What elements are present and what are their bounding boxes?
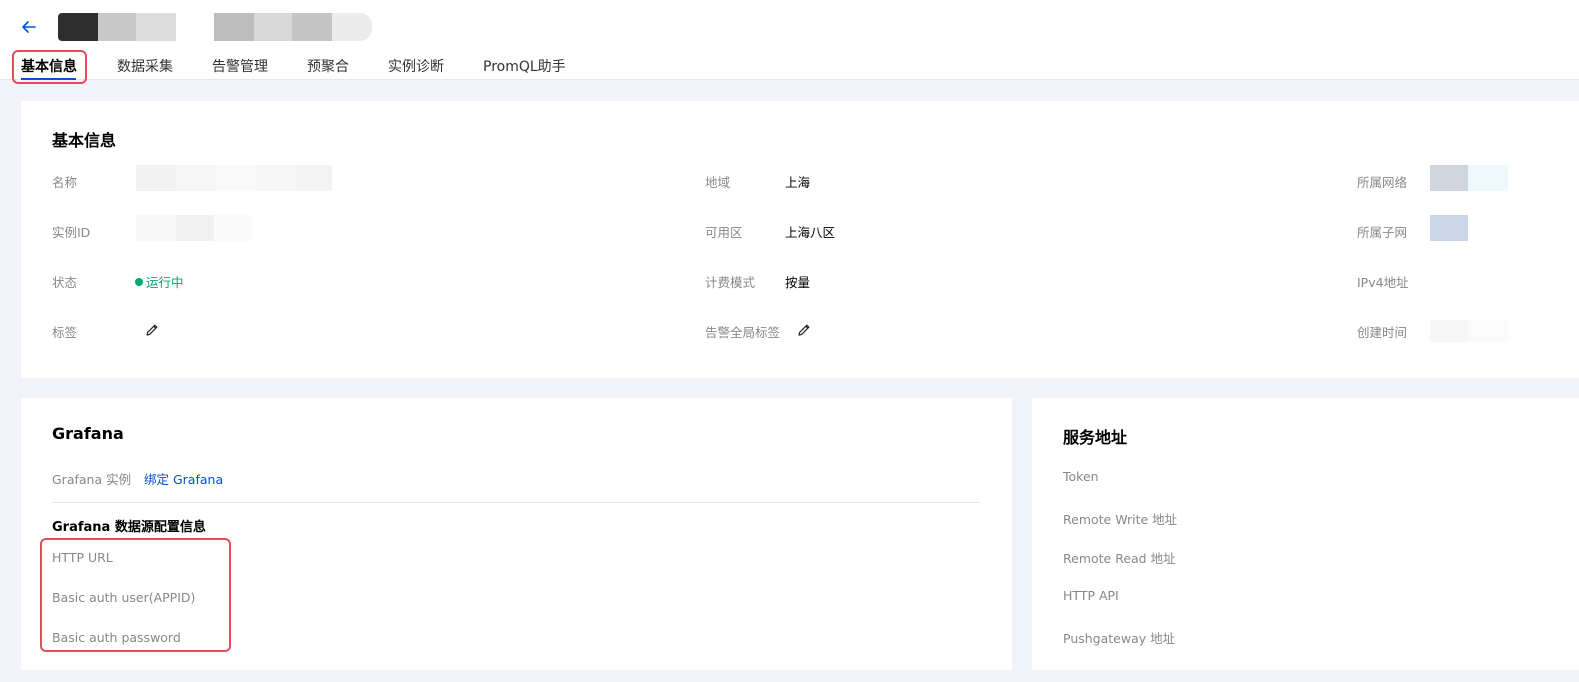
- grafana-datasource-title: Grafana 数据源配置信息: [52, 520, 206, 535]
- status-label: 状态: [52, 275, 78, 290]
- instance-id-label: 实例ID: [52, 225, 91, 240]
- tab-instance-diagnosis[interactable]: 实例诊断: [388, 56, 444, 76]
- subnet-label: 所属子网: [1357, 225, 1408, 240]
- bind-grafana-link[interactable]: 绑定 Grafana: [144, 469, 223, 488]
- remote-read-label: Remote Read 地址: [1063, 551, 1176, 566]
- tags-label: 标签: [52, 325, 78, 340]
- grafana-divider: [52, 502, 980, 503]
- region-value: 上海: [785, 175, 811, 190]
- edit-icon[interactable]: [144, 322, 160, 338]
- billing-value: 按量: [785, 275, 811, 290]
- vpc-label: 所属网络: [1357, 175, 1408, 190]
- zone-label: 可用区: [705, 225, 743, 240]
- tab-bar: 基本信息 数据采集 告警管理 预聚合 实例诊断 PromQL助手: [0, 50, 1579, 80]
- grafana-title: Grafana: [52, 424, 124, 443]
- status-value: 运行中: [146, 275, 184, 290]
- grafana-instance-label: Grafana 实例: [52, 472, 132, 487]
- edit-icon[interactable]: [796, 322, 812, 338]
- ipv4-label: IPv4地址: [1357, 275, 1409, 290]
- tab-promql-assistant[interactable]: PromQL助手: [483, 56, 566, 76]
- page-header: 基本信息 数据采集 告警管理 预聚合 实例诊断 PromQL助手: [0, 0, 1579, 80]
- back-button[interactable]: [18, 16, 40, 38]
- remote-write-label: Remote Write 地址: [1063, 512, 1178, 527]
- http-api-label: HTTP API: [1063, 588, 1119, 603]
- tab-alert-management[interactable]: 告警管理: [212, 56, 268, 76]
- basic-info-card: 基本信息 名称 实例ID 状态 运行中 标签 地域 上海 可用区 上海八区 计费…: [21, 101, 1579, 378]
- tab-highlight-box: [12, 50, 87, 84]
- name-label: 名称: [52, 175, 78, 190]
- created-time-label: 创建时间: [1357, 325, 1408, 340]
- region-label: 地域: [705, 175, 731, 190]
- tab-pre-aggregation[interactable]: 预聚合: [307, 56, 349, 76]
- pushgateway-label: Pushgateway 地址: [1063, 631, 1176, 646]
- service-address-title: 服务地址: [1063, 428, 1128, 447]
- alert-tags-label: 告警全局标签: [705, 325, 781, 340]
- billing-label: 计费模式: [705, 275, 756, 290]
- service-address-card: 服务地址 Token Remote Write 地址 Remote Read 地…: [1032, 398, 1579, 670]
- datasource-highlight-box: [40, 538, 231, 652]
- arrow-left-icon: [22, 21, 36, 33]
- status-badge: 运行中: [135, 272, 184, 291]
- basic-info-title: 基本信息: [52, 131, 117, 150]
- status-dot-icon: [135, 278, 143, 286]
- token-label: Token: [1063, 469, 1099, 484]
- zone-value: 上海八区: [785, 225, 836, 240]
- tab-data-collection[interactable]: 数据采集: [117, 56, 173, 76]
